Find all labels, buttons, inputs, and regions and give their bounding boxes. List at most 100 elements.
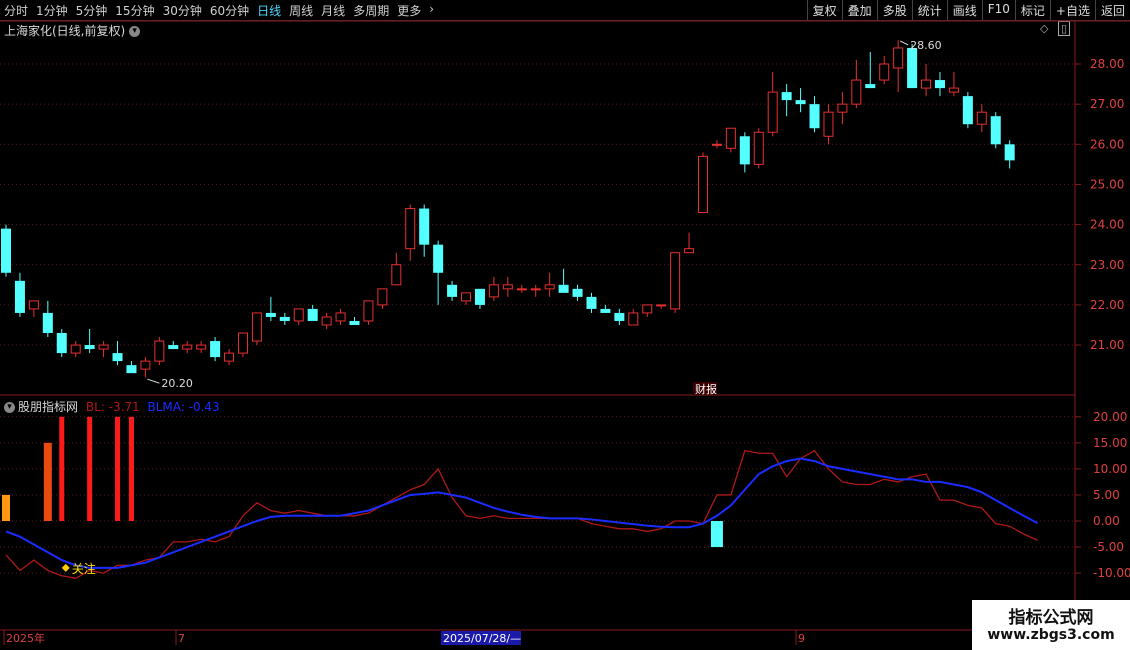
candle-body — [976, 111, 987, 125]
high-marker-line — [899, 40, 909, 46]
candle-body — [307, 308, 318, 321]
candle-body — [684, 248, 695, 254]
price-tick-label: 24.00 — [1090, 218, 1124, 232]
candle-body — [84, 345, 95, 350]
candle-body — [572, 288, 583, 297]
candle-body — [321, 316, 332, 326]
candle-body — [391, 264, 402, 286]
candle-body — [377, 288, 388, 306]
candle-body — [182, 344, 193, 350]
price-tick-label: 26.00 — [1090, 137, 1124, 151]
candle-body — [739, 136, 750, 165]
candle-body — [990, 116, 1001, 145]
candle-body — [1004, 144, 1015, 161]
candle-body — [558, 284, 569, 293]
candles-layer — [1, 39, 1015, 378]
candle-body — [112, 353, 123, 362]
candle-body — [642, 304, 653, 314]
candle-body — [921, 79, 932, 89]
candle-body — [586, 296, 597, 309]
candle-body — [237, 332, 248, 354]
chart-canvas: 关注 28.00 27.00 26.00 25.00 24.00 23.00 22.00 21… — [0, 20, 1130, 645]
indicator-tick-label: -10.00 — [1093, 566, 1130, 580]
candle-body — [1, 228, 11, 273]
low-marker-line — [147, 378, 160, 384]
indicator-tick-label: 10.00 — [1093, 462, 1127, 476]
time-axis-label: 7 — [178, 632, 185, 645]
indicator-tick-label: 0.00 — [1093, 514, 1120, 528]
candle-body — [544, 284, 555, 290]
candle-body — [488, 284, 499, 298]
candle-body — [516, 288, 527, 291]
candle-body — [224, 352, 235, 362]
indicator-bar — [87, 416, 93, 521]
candle-body — [461, 292, 472, 302]
watermark-url: www.zbgs3.com — [987, 627, 1115, 643]
candle-body — [670, 252, 681, 310]
candle-body — [293, 308, 304, 322]
time-axis-label: 9 — [798, 632, 805, 645]
candle-body — [530, 288, 541, 291]
candle-body — [698, 155, 708, 214]
high-price-label: 28.60 — [910, 39, 942, 52]
candle-body — [349, 320, 360, 325]
marker-label: 关注 — [72, 561, 96, 576]
candle-body — [98, 344, 109, 350]
price-tick-label: 23.00 — [1090, 258, 1124, 272]
indicator-tick-label: -5.00 — [1093, 540, 1124, 554]
cursor-date-label: 2025/07/28/— — [443, 632, 521, 645]
candle-body — [126, 365, 137, 374]
marker-diamond-icon — [61, 563, 70, 572]
price-tick-label: 21.00 — [1090, 338, 1124, 352]
candle-body — [474, 288, 485, 305]
candle-body — [28, 300, 39, 310]
candle-body — [70, 344, 81, 354]
candle-body — [433, 244, 444, 273]
grid-layer — [0, 20, 1130, 631]
time-axis-label: 2025年 — [6, 631, 45, 645]
indicator-tick-label: 20.00 — [1093, 410, 1127, 424]
candle-body — [405, 208, 416, 250]
price-tick-label: 22.00 — [1090, 298, 1124, 312]
indicator-bar — [2, 494, 10, 521]
indicator-tick-label: 5.00 — [1093, 488, 1120, 502]
candle-body — [656, 304, 667, 307]
candle-body — [42, 312, 53, 334]
candle-body — [279, 316, 290, 321]
candle-body — [879, 63, 890, 81]
candle-body — [447, 284, 458, 297]
candle-body — [614, 312, 625, 321]
candle-body — [934, 80, 945, 89]
candle-body — [56, 333, 67, 354]
candle-body — [335, 312, 346, 322]
candle-body — [14, 280, 25, 313]
candle-body — [154, 340, 165, 362]
candle-body — [809, 104, 820, 129]
candle-body — [962, 96, 973, 125]
candle-body — [907, 47, 918, 89]
candle-body — [753, 131, 764, 165]
candle-body — [168, 345, 179, 350]
candle-body — [767, 91, 778, 133]
indicator-layer: 关注 — [2, 416, 1039, 579]
candle-body — [600, 308, 611, 313]
indicator-bar — [115, 416, 121, 521]
candle-body — [893, 47, 904, 69]
candle-body — [363, 300, 374, 322]
candle-body — [725, 127, 736, 149]
indicator-bar — [710, 521, 723, 548]
price-tick-label: 27.00 — [1090, 97, 1124, 111]
price-tick-label: 25.00 — [1090, 177, 1124, 191]
candle-body — [210, 341, 221, 358]
indicator-bar — [43, 442, 52, 521]
candle-body — [781, 92, 792, 101]
candle-body — [851, 79, 862, 105]
candle-body — [948, 87, 959, 93]
candle-body — [711, 143, 722, 146]
candle-body — [795, 100, 806, 105]
price-tick-label: 28.00 — [1090, 57, 1124, 71]
watermark-title: 指标公式网 — [1008, 608, 1094, 628]
candle-body — [823, 111, 834, 137]
indicator-bar — [128, 416, 134, 521]
earnings-label: 财报 — [695, 382, 717, 396]
